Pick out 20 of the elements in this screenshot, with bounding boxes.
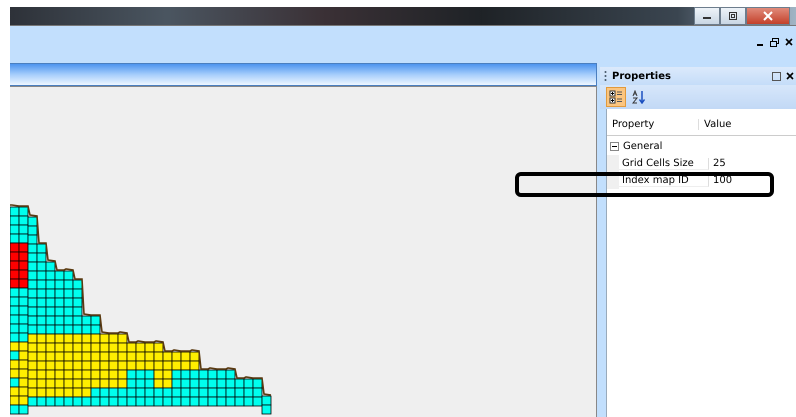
panel-title: Properties: [612, 70, 671, 82]
categorized-view-button[interactable]: [606, 87, 626, 107]
category-label: General: [623, 141, 662, 152]
property-name: Grid Cells Size: [619, 158, 709, 170]
column-header: Property: [607, 118, 699, 130]
minimize-button[interactable]: [694, 7, 720, 25]
restore-icon: [727, 11, 739, 21]
collapse-icon[interactable]: [610, 142, 619, 151]
maximize-button[interactable]: [720, 7, 746, 25]
close-icon[interactable]: [785, 38, 793, 46]
grip-icon[interactable]: [604, 70, 607, 82]
column-header: Value: [703, 118, 732, 130]
property-value[interactable]: 100: [709, 175, 732, 186]
property-value[interactable]: 25: [709, 158, 726, 169]
close-icon: [762, 11, 774, 21]
close-button[interactable]: [746, 7, 790, 25]
float-icon[interactable]: [772, 72, 781, 80]
property-name: Index map ID: [619, 174, 709, 186]
close-icon[interactable]: [786, 72, 794, 80]
restore-icon[interactable]: [770, 38, 779, 47]
